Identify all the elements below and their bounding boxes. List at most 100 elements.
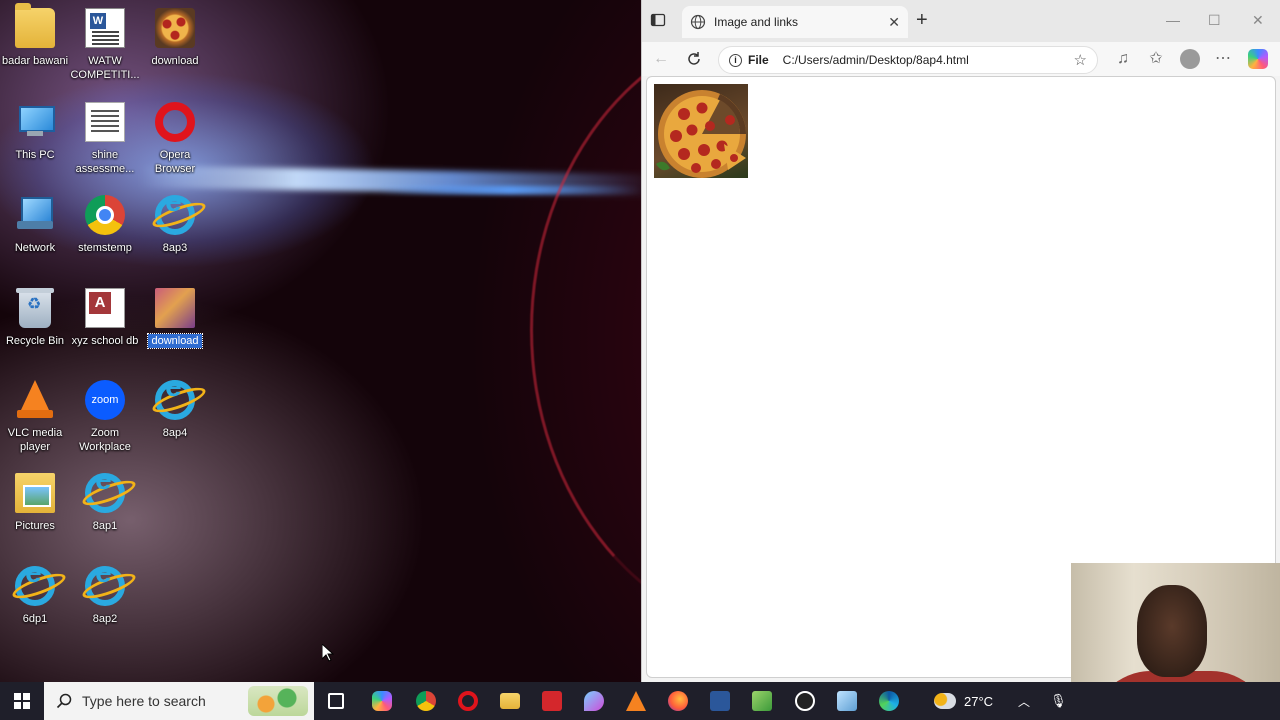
desktop-icon-pictures[interactable]: Pictures [0,473,70,533]
internet-explorer-icon [85,473,125,513]
paint-drop-icon[interactable] [584,691,604,711]
address-bar[interactable]: i File C:/Users/admin/Desktop/8ap4.html … [718,46,1098,74]
firefox-icon[interactable] [668,691,688,711]
chrome-icon [85,195,125,235]
image-thumbnail-icon [155,288,195,328]
pizza-image[interactable] [654,84,748,178]
desktop-icon-label: WATW COMPETITI... [70,55,140,81]
minimize-icon[interactable]: — [1166,12,1180,28]
address-scheme: File [748,53,769,67]
desktop-icon-zoom[interactable]: Zoom Workplace [70,380,140,454]
desktop-icon-vlc[interactable]: VLC media player [0,380,70,454]
task-view-icon[interactable] [328,693,344,709]
desktop-icon-8ap4[interactable]: 8ap4 [140,380,210,440]
globe-icon [690,14,706,30]
profile-avatar-icon[interactable] [1180,49,1200,69]
desktop-icon-label: Recycle Bin [5,335,65,347]
desktop-icon-label: shine assessme... [75,149,135,175]
new-tab-icon[interactable]: + [916,10,928,30]
pizza-graphic [656,90,746,178]
tab-actions-icon[interactable] [650,12,666,28]
favorite-star-icon[interactable]: ☆ [1074,51,1087,69]
desktop-icon-8ap1[interactable]: 8ap1 [70,473,140,533]
desktop-icon-download-selected[interactable]: download [140,288,210,349]
favorites-icon[interactable]: ✩ [1147,50,1165,68]
image-viewer-icon[interactable] [752,691,772,711]
desktop-icon-network[interactable]: Network [0,195,70,255]
desktop-icon-label: 8ap3 [162,242,188,254]
snipping-tool-icon[interactable] [837,691,857,711]
document-icon [85,102,125,142]
desktop-icon-label: Network [14,242,56,254]
edge-icon[interactable] [879,691,899,711]
taskbar: Type here to search 27°C ︿ 🎙 [0,682,1280,720]
close-window-icon[interactable]: ✕ [1252,12,1264,29]
start-button[interactable] [14,693,30,709]
browser-toolbar: ← i File C:/Users/admin/Desktop/8ap4.htm… [642,42,1280,76]
desktop-icon-label: 8ap2 [92,613,118,625]
tab-title: Image and links [714,15,799,29]
opera-taskbar-icon[interactable] [458,691,478,711]
address-url: C:/Users/admin/Desktop/8ap4.html [782,53,969,67]
desktop-icon-shine-assessment[interactable]: shine assessme... [70,102,140,176]
desktop-icon-xyz-school-db[interactable]: xyz school db [70,288,140,348]
tab-bar: Image and links ✕ + — ☐ ✕ [642,0,1280,42]
search-icon [56,693,72,709]
vlc-taskbar-icon[interactable] [626,691,646,711]
recycle-bin-icon [16,288,54,328]
taskbar-search[interactable]: Type here to search [44,682,314,720]
internet-explorer-icon [155,195,195,235]
word-document-icon [85,8,125,48]
vlc-icon [15,380,55,420]
internet-explorer-icon [15,566,55,606]
tab-image-and-links[interactable]: Image and links ✕ [682,6,908,38]
refresh-icon[interactable] [685,50,703,68]
webcam-person-head [1137,585,1207,677]
search-highlight-graphic [248,686,308,716]
close-tab-icon[interactable]: ✕ [888,14,900,31]
access-database-icon [85,288,125,328]
desktop-icon-label: This PC [15,149,55,161]
chevron-up-icon[interactable]: ︿ [1018,682,1030,720]
mouse-cursor-icon [322,644,334,662]
zoom-icon [85,380,125,420]
temperature-text: 27°C [964,693,994,709]
desktop-icon-stemstemp[interactable]: stemstemp [70,195,140,255]
desktop-icon-label: 8ap4 [162,427,188,439]
maximize-icon[interactable]: ☐ [1208,12,1221,29]
computer-icon [15,102,55,142]
desktop-icon-download-pizza[interactable]: download [140,8,210,68]
desktop-icon-opera[interactable]: Opera Browser [140,102,210,176]
weather-widget[interactable]: 27°C [934,682,993,720]
desktop-icon-this-pc[interactable]: This PC [0,102,70,162]
chrome-taskbar-icon[interactable] [416,691,436,711]
desktop-icon-label: 6dp1 [22,613,48,625]
search-placeholder: Type here to search [82,693,206,709]
desktop-icon-badar-bawani[interactable]: badar bawani [0,3,70,68]
back-icon[interactable]: ← [652,50,670,68]
pictures-folder-icon [15,473,55,513]
internet-explorer-icon [155,380,195,420]
microphone-icon[interactable]: 🎙 [1050,682,1067,720]
weather-cloud-icon [934,693,956,709]
file-explorer-icon[interactable] [500,693,520,709]
info-icon[interactable]: i [729,53,742,67]
desktop-icon-label: Pictures [15,520,55,532]
desktop-icon-8ap3[interactable]: 8ap3 [140,195,210,255]
desktop-icon-watw-competition[interactable]: WATW COMPETITI... [70,8,140,82]
desktop-icon-recycle-bin[interactable]: Recycle Bin [0,288,70,348]
desktop-icon-label: badar bawani [1,55,69,67]
read-aloud-icon[interactable]: ♫ [1114,50,1132,68]
copilot-icon[interactable] [1248,49,1268,69]
acrobat-icon[interactable] [542,691,562,711]
desktop-icon-label: VLC media player [7,427,63,453]
clock-app-icon[interactable] [795,691,815,711]
user-folder-icon [15,3,55,48]
more-options-icon[interactable]: ⋯ [1214,50,1232,68]
desktop-icon-6dp1[interactable]: 6dp1 [0,566,70,626]
copilot-taskbar-icon[interactable] [372,691,392,711]
opera-icon [155,102,195,142]
word-taskbar-icon[interactable] [710,691,730,711]
desktop-icon-8ap2[interactable]: 8ap2 [70,566,140,626]
desktop-icon-label: Opera Browser [154,149,196,175]
